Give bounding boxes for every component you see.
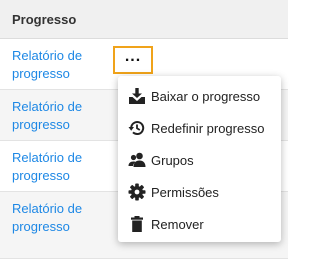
users-icon xyxy=(128,151,146,169)
table-header: Progresso xyxy=(0,0,288,39)
row-actions-menu: Baixar o progresso Redefinir progresso G… xyxy=(118,76,281,242)
progress-report-link[interactable]: Relatório de progresso xyxy=(12,98,112,134)
trash-icon xyxy=(128,215,146,233)
menu-item-download-progress[interactable]: Baixar o progresso xyxy=(118,80,281,112)
menu-item-label: Remover xyxy=(151,216,204,232)
menu-item-label: Baixar o progresso xyxy=(151,88,261,104)
progress-report-link[interactable]: Relatório de progresso xyxy=(12,200,112,236)
menu-item-label: Grupos xyxy=(151,152,194,168)
download-tray-icon xyxy=(128,87,146,105)
menu-item-groups[interactable]: Grupos xyxy=(118,144,281,176)
row-actions-button[interactable]: ... xyxy=(113,46,153,74)
more-options-icon: ... xyxy=(124,48,142,65)
menu-item-label: Permissões xyxy=(151,184,219,200)
progress-report-link[interactable]: Relatório de progresso xyxy=(12,47,112,83)
progress-report-link[interactable]: Relatório de progresso xyxy=(12,149,112,185)
menu-item-reset-progress[interactable]: Redefinir progresso xyxy=(118,112,281,144)
menu-item-remove[interactable]: Remover xyxy=(118,208,281,240)
cog-icon xyxy=(128,183,146,201)
menu-item-label: Redefinir progresso xyxy=(151,120,265,136)
menu-item-permissions[interactable]: Permissões xyxy=(118,176,281,208)
column-header-progresso: Progresso xyxy=(12,12,77,27)
history-icon xyxy=(128,119,146,137)
